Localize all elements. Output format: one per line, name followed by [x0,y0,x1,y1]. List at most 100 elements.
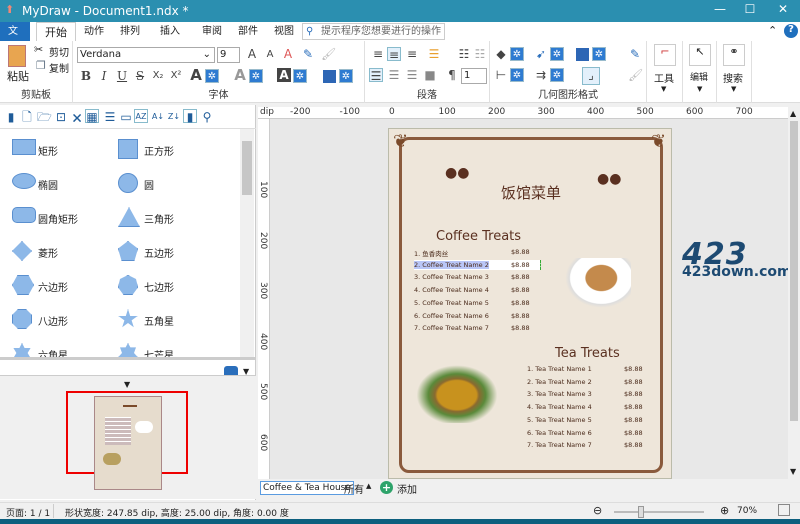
scrollbar-thumb[interactable] [790,121,798,421]
stencil-icon[interactable]: ⊡ [54,110,68,124]
align-top-icon[interactable]: ≡ [371,47,385,61]
tab-arrange[interactable]: 排列 [112,22,148,41]
close-file-icon[interactable]: 🗙 [70,110,84,124]
eyedropper-icon[interactable]: ✎ [628,47,642,61]
clear-format-icon[interactable]: A [281,47,295,61]
strikethrough-button[interactable]: S [133,69,147,83]
all-sheets-button[interactable]: 所有 [344,481,364,496]
search-icon[interactable]: ⚲ [200,110,214,124]
menu-item[interactable]: 5. Tea Treat Name 5 $8.88 [527,415,654,425]
subscript-button[interactable]: X₂ [151,69,165,83]
bullets-icon[interactable]: ☰ [427,47,441,61]
text-outline-icon[interactable]: A [233,68,247,83]
tools-button[interactable]: 工具 [654,70,674,85]
line-spacing-select[interactable]: 1 [461,68,487,84]
menu-item[interactable]: 3. Coffee Treat Name 3 $8.88 [414,272,541,282]
zoom-slider[interactable] [614,506,704,518]
align-left-icon[interactable]: ☰ [369,68,383,83]
indent-icon[interactable]: ☷ [457,47,471,61]
font-color-icon[interactable]: A [189,68,203,83]
zoom-in-icon[interactable]: ⊕ [720,504,729,517]
gear-icon[interactable]: ✲ [339,69,353,83]
menu-title[interactable]: 饭馆菜单 [501,182,561,203]
shape-item-heptagon[interactable]: 七边形 [106,273,212,299]
drawing-canvas[interactable]: dip -200 -100 0 100 200 300 400 500 600 700 100 20… [258,107,788,479]
shape-item-ellipse[interactable]: 椭圆 [0,171,106,197]
menu-page[interactable]: ❦ ❦ ●● ●● 饭馆菜单 Coffee Treats 1. 鱼香肉丝 $8.8… [388,128,672,479]
align-middle-icon[interactable]: ≡ [387,47,401,62]
menu-item[interactable]: 4. Tea Treat Name 4 $8.88 [527,402,654,412]
menu-item[interactable]: 7. Tea Treat Name 7 $8.88 [527,440,654,450]
tab-view[interactable]: 视图 [266,22,302,41]
shape-item-octagon[interactable]: 八边形 [0,307,106,333]
format-painter-icon[interactable]: 🖌 [628,68,643,82]
shape-item-pentagon[interactable]: 五边形 [106,239,212,265]
superscript-button[interactable]: X² [169,69,183,83]
gear-icon[interactable]: ✲ [550,68,564,82]
italic-button[interactable]: I [97,69,111,83]
grid-view-icon[interactable]: ▦ [85,109,99,124]
format-painter-icon[interactable]: 🖌 [321,47,336,61]
align-bottom-icon[interactable]: ≡ [405,47,419,61]
add-sheet-button[interactable]: 添加 [397,481,417,496]
menu-item[interactable]: 6. Tea Treat Name 6 $8.88 [527,428,654,438]
menu-item[interactable]: 7. Coffee Treat Name 7 $8.88 [414,323,541,333]
menu-item[interactable]: 3. Tea Treat Name 3 $8.88 [527,389,654,399]
line-icon[interactable]: ➹ [534,47,548,61]
tea-heading[interactable]: Tea Treats [555,346,620,361]
sort-desc-icon[interactable]: Z↓ [167,110,181,124]
gear-icon[interactable]: ✲ [205,69,219,83]
line-begin-icon[interactable]: ⊢ [494,68,508,82]
shape-item-five-point-star[interactable]: 五角星 [106,307,212,333]
menu-item[interactable]: 1. 鱼香肉丝 $8.88 [414,247,541,258]
open-folder-icon[interactable]: 🗁 [37,110,52,124]
line-end-icon[interactable]: ⇉ [534,68,548,82]
edit-button[interactable]: 编辑 [690,70,708,83]
shape-item-rectangle[interactable]: 矩形 [0,137,106,163]
find-group[interactable]: ⚭ 搜索 ▼ [717,41,752,103]
menu-item[interactable]: 5. Coffee Treat Name 5 $8.88 [414,298,541,308]
scrollbar-thumb[interactable] [242,141,252,195]
chevron-down-icon[interactable]: ▼ [124,380,130,389]
help-icon[interactable]: ? [784,24,798,38]
copy-button[interactable]: 复制 [49,60,69,75]
shape-item-hexagon[interactable]: 六边形 [0,273,106,299]
align-center-icon[interactable]: ☰ [387,68,401,82]
paragraph-mark-icon[interactable]: ¶ [445,68,459,82]
tab-actions[interactable]: 动作 [76,22,112,41]
gear-icon[interactable]: ✲ [249,69,263,83]
shadow-icon[interactable] [576,48,589,61]
gear-icon[interactable]: ✲ [293,69,307,83]
menu-item[interactable]: 6. Coffee Treat Name 6 $8.88 [414,311,541,321]
outdent-icon[interactable]: ☷ [473,47,487,61]
minimize-button[interactable]: — [705,2,735,20]
scroll-down-icon[interactable]: ▼ [790,467,796,476]
page-thumbnail[interactable] [94,396,162,490]
shape-item-six-point-star[interactable]: 六角星 [0,341,106,357]
tab-parts[interactable]: 部件 [230,22,266,41]
add-icon[interactable]: + [380,481,393,494]
menu-item[interactable]: 2. Tea Treat Name 2 $8.88 [527,377,654,387]
shrink-font-icon[interactable]: A [263,48,277,62]
fit-page-icon[interactable] [778,504,790,516]
tab-insert[interactable]: 插入 [152,22,188,41]
panel-splitter[interactable] [0,357,256,360]
grow-font-icon[interactable]: A [245,47,259,61]
gear-icon[interactable]: ✲ [592,47,606,61]
cut-button[interactable]: 剪切 [49,44,69,59]
shape-item-square[interactable]: 正方形 [106,137,212,163]
underline-button[interactable]: U [115,69,129,83]
scroll-up-icon[interactable]: ▲ [790,109,796,118]
edit-group[interactable]: ↖ 编辑 ▼ [683,41,717,103]
shape-item-seven-point-star[interactable]: 七芒星 [106,341,212,357]
shape-item-triangle[interactable]: 三角形 [106,205,212,231]
find-button[interactable]: 搜索 [723,70,743,85]
tools-group[interactable]: ⌐ 工具 ▼ [647,41,683,103]
gear-icon[interactable]: ✲ [510,68,524,82]
coffee-heading[interactable]: Coffee Treats [436,229,521,244]
library-icon[interactable]: ▮ [183,109,197,124]
gear-icon[interactable]: ✲ [510,47,524,61]
menu-item[interactable]: 2. Coffee Treat Name 2 $8.88 [414,259,541,270]
shapes-scrollbar[interactable] [240,129,254,357]
justify-icon[interactable]: ■ [423,68,437,82]
